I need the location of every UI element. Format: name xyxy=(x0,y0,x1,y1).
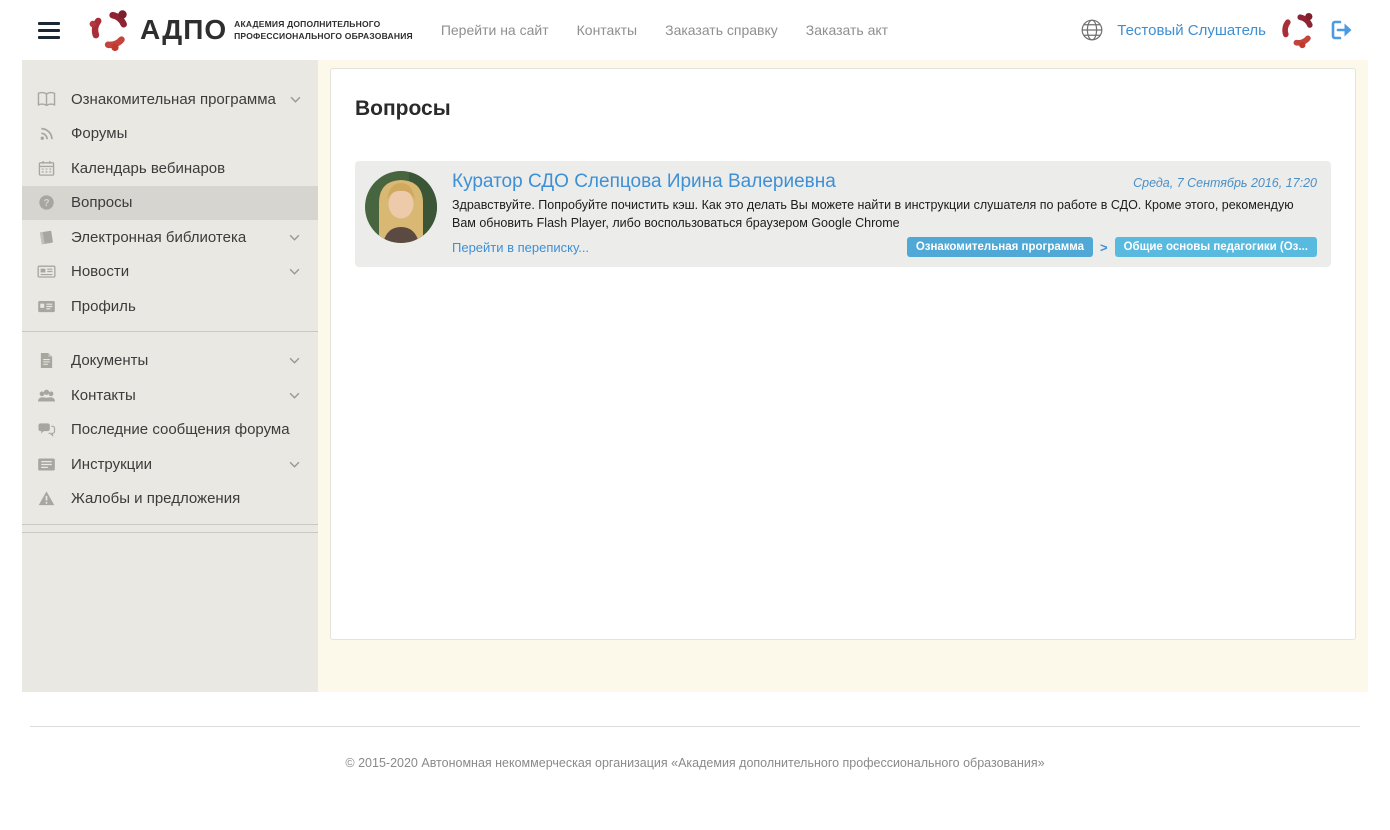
open-book-icon xyxy=(36,91,57,108)
forum-waves-icon xyxy=(36,125,57,142)
page-title: Вопросы xyxy=(355,97,1331,121)
svg-text:?: ? xyxy=(43,198,49,209)
sidebar-item-label: Ознакомительная программа xyxy=(71,91,276,108)
top-bar: АДПО АКАДЕМИЯ ДОПОЛНИТЕЛЬНОГО ПРОФЕССИОН… xyxy=(0,0,1390,60)
avatar xyxy=(365,171,437,243)
tag-program-badge[interactable]: Ознакомительная программа xyxy=(907,237,1093,257)
sidebar-item-label: Календарь вебинаров xyxy=(71,160,225,177)
nav-link-contacts[interactable]: Контакты xyxy=(577,22,637,38)
sidebar-item-latest-forum-posts[interactable]: Последние сообщения форума xyxy=(22,413,318,448)
message-text: Здравствуйте. Попробуйте почистить кэш. … xyxy=(452,196,1317,232)
message-tags: Ознакомительная программа > Общие основы… xyxy=(907,237,1317,257)
sidebar-item-news[interactable]: Новости xyxy=(22,255,318,290)
tag-separator: > xyxy=(1100,240,1108,255)
go-to-conversation-link[interactable]: Перейти в переписку... xyxy=(452,240,589,255)
sidebar-item-label: Инструкции xyxy=(71,456,152,473)
sidebar-item-label: Жалобы и предложения xyxy=(71,490,240,507)
document-icon xyxy=(36,352,57,369)
sidebar-item-label: Профиль xyxy=(71,298,136,315)
chat-bubbles-icon xyxy=(36,421,57,438)
chevron-down-icon xyxy=(289,357,300,364)
sidebar-item-label: Электронная библиотека xyxy=(71,229,246,246)
sidebar-item-profile[interactable]: Профиль xyxy=(22,289,318,324)
id-card-icon xyxy=(36,298,57,315)
chevron-down-icon xyxy=(289,268,300,275)
logout-icon[interactable] xyxy=(1330,19,1354,41)
book-icon xyxy=(36,229,57,246)
sidebar-item-label: Контакты xyxy=(71,387,136,404)
globe-icon[interactable] xyxy=(1080,18,1104,42)
user-avatar[interactable] xyxy=(1279,11,1317,49)
message-author-link[interactable]: Куратор СДО Слепцова Ирина Валериевна xyxy=(452,171,836,193)
sidebar-item-label: Форумы xyxy=(71,125,127,142)
sidebar-item-label: Новости xyxy=(71,263,129,280)
list-icon xyxy=(36,456,57,473)
sidebar-divider xyxy=(22,524,318,533)
chevron-down-icon xyxy=(290,96,301,103)
chevron-down-icon xyxy=(289,461,300,468)
sidebar: Ознакомительная программа Форумы Календа… xyxy=(22,60,318,692)
message-body: Куратор СДО Слепцова Ирина Валериевна Ср… xyxy=(452,171,1317,257)
adpo-logo[interactable]: АДПО АКАДЕМИЯ ДОПОЛНИТЕЛЬНОГО ПРОФЕССИОН… xyxy=(88,8,413,52)
top-nav: Перейти на сайт Контакты Заказать справк… xyxy=(441,22,888,38)
content-background: Вопросы Куратор СДО Слепцова И xyxy=(318,60,1368,692)
sidebar-item-documents[interactable]: Документы xyxy=(22,344,318,379)
logo-abbr: АДПО xyxy=(140,14,227,46)
sidebar-item-intro-program[interactable]: Ознакомительная программа xyxy=(22,82,318,117)
footer: © 2015-2020 Автономная некоммерческая ор… xyxy=(0,726,1390,770)
nav-link-go-to-site[interactable]: Перейти на сайт xyxy=(441,22,549,38)
sidebar-item-webinar-calendar[interactable]: Календарь вебинаров xyxy=(22,151,318,186)
adpo-emblem-icon xyxy=(88,8,132,52)
sidebar-divider xyxy=(22,331,318,332)
sidebar-item-label: Последние сообщения форума xyxy=(71,421,290,438)
sidebar-item-elibrary[interactable]: Электронная библиотека xyxy=(22,220,318,255)
sidebar-item-questions[interactable]: ? Вопросы xyxy=(22,186,318,221)
message-date: Среда, 7 Сентябрь 2016, 17:20 xyxy=(1133,176,1317,190)
user-name-link[interactable]: Тестовый Слушатель xyxy=(1117,22,1266,39)
sidebar-item-instructions[interactable]: Инструкции xyxy=(22,447,318,482)
sidebar-item-label: Документы xyxy=(71,352,148,369)
chevron-down-icon xyxy=(289,392,300,399)
newspaper-icon xyxy=(36,263,57,280)
sidebar-item-contacts[interactable]: Контакты xyxy=(22,378,318,413)
hamburger-menu-icon[interactable] xyxy=(38,22,60,39)
sidebar-item-label: Вопросы xyxy=(71,194,132,211)
question-circle-icon: ? xyxy=(36,194,57,211)
people-icon xyxy=(36,387,57,404)
top-right-controls: Тестовый Слушатель xyxy=(1080,11,1354,49)
footer-divider xyxy=(30,726,1360,727)
sidebar-item-forums[interactable]: Форумы xyxy=(22,117,318,152)
tag-course-badge[interactable]: Общие основы педагогики (Оз... xyxy=(1115,237,1317,257)
nav-link-order-certificate[interactable]: Заказать справку xyxy=(665,22,778,38)
logo-tagline: АКАДЕМИЯ ДОПОЛНИТЕЛЬНОГО ПРОФЕССИОНАЛЬНО… xyxy=(234,18,413,43)
chevron-down-icon xyxy=(289,234,300,241)
nav-link-order-act[interactable]: Заказать акт xyxy=(806,22,888,38)
sidebar-item-complaints[interactable]: Жалобы и предложения xyxy=(22,482,318,517)
warning-triangle-icon xyxy=(36,490,57,507)
workspace: Ознакомительная программа Форумы Календа… xyxy=(22,60,1368,692)
footer-copyright: © 2015-2020 Автономная некоммерческая ор… xyxy=(0,756,1390,770)
calendar-icon xyxy=(36,160,57,177)
main-panel: Вопросы Куратор СДО Слепцова И xyxy=(330,68,1356,640)
question-message-card: Куратор СДО Слепцова Ирина Валериевна Ср… xyxy=(355,161,1331,267)
